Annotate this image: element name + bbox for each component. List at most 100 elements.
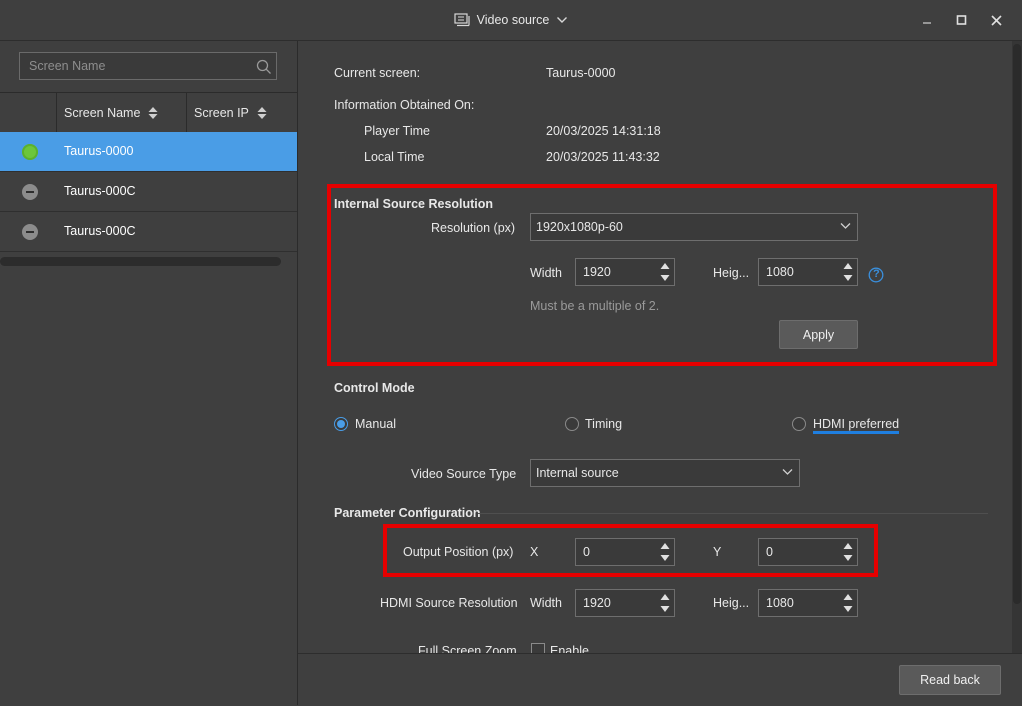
- radio-button-checked[interactable]: [334, 417, 348, 431]
- internal-source-heading: Internal Source Resolution: [334, 197, 494, 211]
- radio-label: HDMI preferred: [813, 417, 900, 431]
- increment-arrow-icon[interactable]: [660, 593, 670, 601]
- increment-arrow-icon[interactable]: [843, 262, 853, 270]
- screen-name: Taurus-000C: [64, 224, 136, 238]
- online-status-icon: [22, 144, 38, 160]
- height-stepper[interactable]: 1080: [758, 258, 858, 286]
- player-time-label: Player Time: [364, 124, 430, 138]
- help-icon-glyph: ?: [873, 268, 880, 280]
- current-screen-value: Taurus-0000: [546, 66, 616, 80]
- increment-arrow-icon[interactable]: [843, 542, 853, 550]
- resolution-value: 1920x1080p-60: [536, 220, 623, 234]
- radio-label: Timing: [585, 417, 623, 431]
- zoom-enable-label: Enable: [550, 644, 589, 653]
- width-value: 1920: [583, 265, 611, 279]
- resolution-label: Resolution (px): [431, 221, 516, 235]
- search-box[interactable]: [19, 52, 277, 80]
- chevron-down-icon: [840, 223, 851, 229]
- y-value: 0: [766, 545, 773, 559]
- hdmi-width-stepper[interactable]: 1920: [575, 589, 675, 617]
- radio-button-unchecked[interactable]: [792, 417, 806, 431]
- full-screen-zoom-label: Full Screen Zoom: [418, 644, 517, 653]
- decrement-arrow-icon[interactable]: [660, 274, 670, 282]
- video-source-type-select[interactable]: Internal source: [530, 459, 800, 487]
- local-time-value: 20/03/2025 11:43:32: [546, 150, 660, 164]
- output-position-label: Output Position (px): [403, 545, 514, 559]
- search-input[interactable]: [29, 57, 244, 75]
- parameter-configuration-heading: Parameter Configuration: [334, 506, 481, 520]
- increment-arrow-icon[interactable]: [660, 542, 670, 550]
- list-header: Screen Name Screen IP: [0, 92, 297, 133]
- offline-status-icon: [22, 184, 38, 200]
- width-label: Width: [530, 266, 562, 280]
- hdmi-height-value: 1080: [766, 596, 794, 610]
- current-screen-label: Current screen:: [334, 66, 421, 80]
- video-source-icon: [454, 13, 470, 27]
- player-time-value: 20/03/2025 14:31:18: [546, 124, 661, 138]
- highlight-underline: [813, 431, 899, 434]
- local-time-label: Local Time: [364, 150, 425, 164]
- height-value: 1080: [766, 265, 794, 279]
- minimize-button[interactable]: [915, 8, 939, 32]
- resolution-hint: Must be a multiple of 2.: [530, 299, 660, 313]
- hdmi-source-resolution-label: HDMI Source Resolution: [380, 596, 518, 610]
- search-icon[interactable]: [256, 59, 272, 75]
- chevron-down-icon: [782, 469, 793, 475]
- sort-icon[interactable]: [148, 106, 158, 120]
- close-icon: [990, 14, 1002, 26]
- hdmi-height-label: Heig...: [713, 596, 750, 610]
- hdmi-height-stepper[interactable]: 1080: [758, 589, 858, 617]
- screen-row[interactable]: Taurus-000C: [0, 212, 297, 252]
- window-title: Video source: [476, 13, 550, 27]
- read-back-button[interactable]: Read back: [899, 665, 1001, 695]
- y-label: Y: [713, 545, 722, 559]
- zoom-row-clip: Full Screen Zoom Enable: [298, 636, 1012, 653]
- information-obtained-label: Information Obtained On:: [334, 98, 475, 112]
- x-position-stepper[interactable]: 0: [575, 538, 675, 566]
- increment-arrow-icon[interactable]: [660, 262, 670, 270]
- y-position-stepper[interactable]: 0: [758, 538, 858, 566]
- maximize-button[interactable]: [949, 8, 973, 32]
- column-header-screen-name[interactable]: Screen Name: [64, 93, 158, 132]
- screen-list-panel: Screen Name Screen IP Taurus-0000 Taurus…: [0, 41, 298, 705]
- video-source-type-value: Internal source: [536, 466, 619, 480]
- minimize-icon: [923, 22, 931, 24]
- help-icon[interactable]: ?: [868, 267, 884, 283]
- column-header-screen-ip[interactable]: Screen IP: [194, 93, 267, 132]
- offline-status-icon: [22, 224, 38, 240]
- screen-name: Taurus-000C: [64, 184, 136, 198]
- radio-label: Manual: [355, 417, 396, 431]
- radio-button-unchecked[interactable]: [565, 417, 579, 431]
- window-title-group[interactable]: Video source: [0, 0, 1022, 40]
- decrement-arrow-icon[interactable]: [843, 554, 853, 562]
- section-divider: [478, 513, 988, 514]
- decrement-arrow-icon[interactable]: [843, 605, 853, 613]
- column-divider: [56, 93, 57, 132]
- screen-row[interactable]: Taurus-0000: [0, 132, 297, 172]
- x-label: X: [530, 545, 539, 559]
- column-header-label: Screen IP: [194, 105, 249, 120]
- screen-name: Taurus-0000: [64, 144, 134, 158]
- column-divider: [186, 93, 187, 132]
- column-header-label: Screen Name: [64, 105, 141, 120]
- sort-icon[interactable]: [257, 106, 267, 120]
- resolution-select[interactable]: 1920x1080p-60: [530, 213, 858, 241]
- hdmi-width-value: 1920: [583, 596, 611, 610]
- decrement-arrow-icon[interactable]: [660, 554, 670, 562]
- zoom-enable-checkbox[interactable]: [531, 643, 545, 653]
- height-label: Heig...: [713, 266, 750, 280]
- close-button[interactable]: [984, 8, 1008, 32]
- screen-row[interactable]: Taurus-000C: [0, 172, 297, 212]
- decrement-arrow-icon[interactable]: [843, 274, 853, 282]
- maximize-icon: [956, 15, 966, 25]
- horizontal-scrollbar[interactable]: [0, 257, 281, 266]
- hdmi-width-label: Width: [530, 596, 562, 610]
- width-stepper[interactable]: 1920: [575, 258, 675, 286]
- x-value: 0: [583, 545, 590, 559]
- increment-arrow-icon[interactable]: [843, 593, 853, 601]
- control-mode-heading: Control Mode: [334, 381, 415, 395]
- apply-button[interactable]: Apply: [779, 320, 858, 349]
- vertical-scrollbar-thumb[interactable]: [1013, 44, 1021, 604]
- decrement-arrow-icon[interactable]: [660, 605, 670, 613]
- chevron-down-icon[interactable]: [556, 16, 568, 24]
